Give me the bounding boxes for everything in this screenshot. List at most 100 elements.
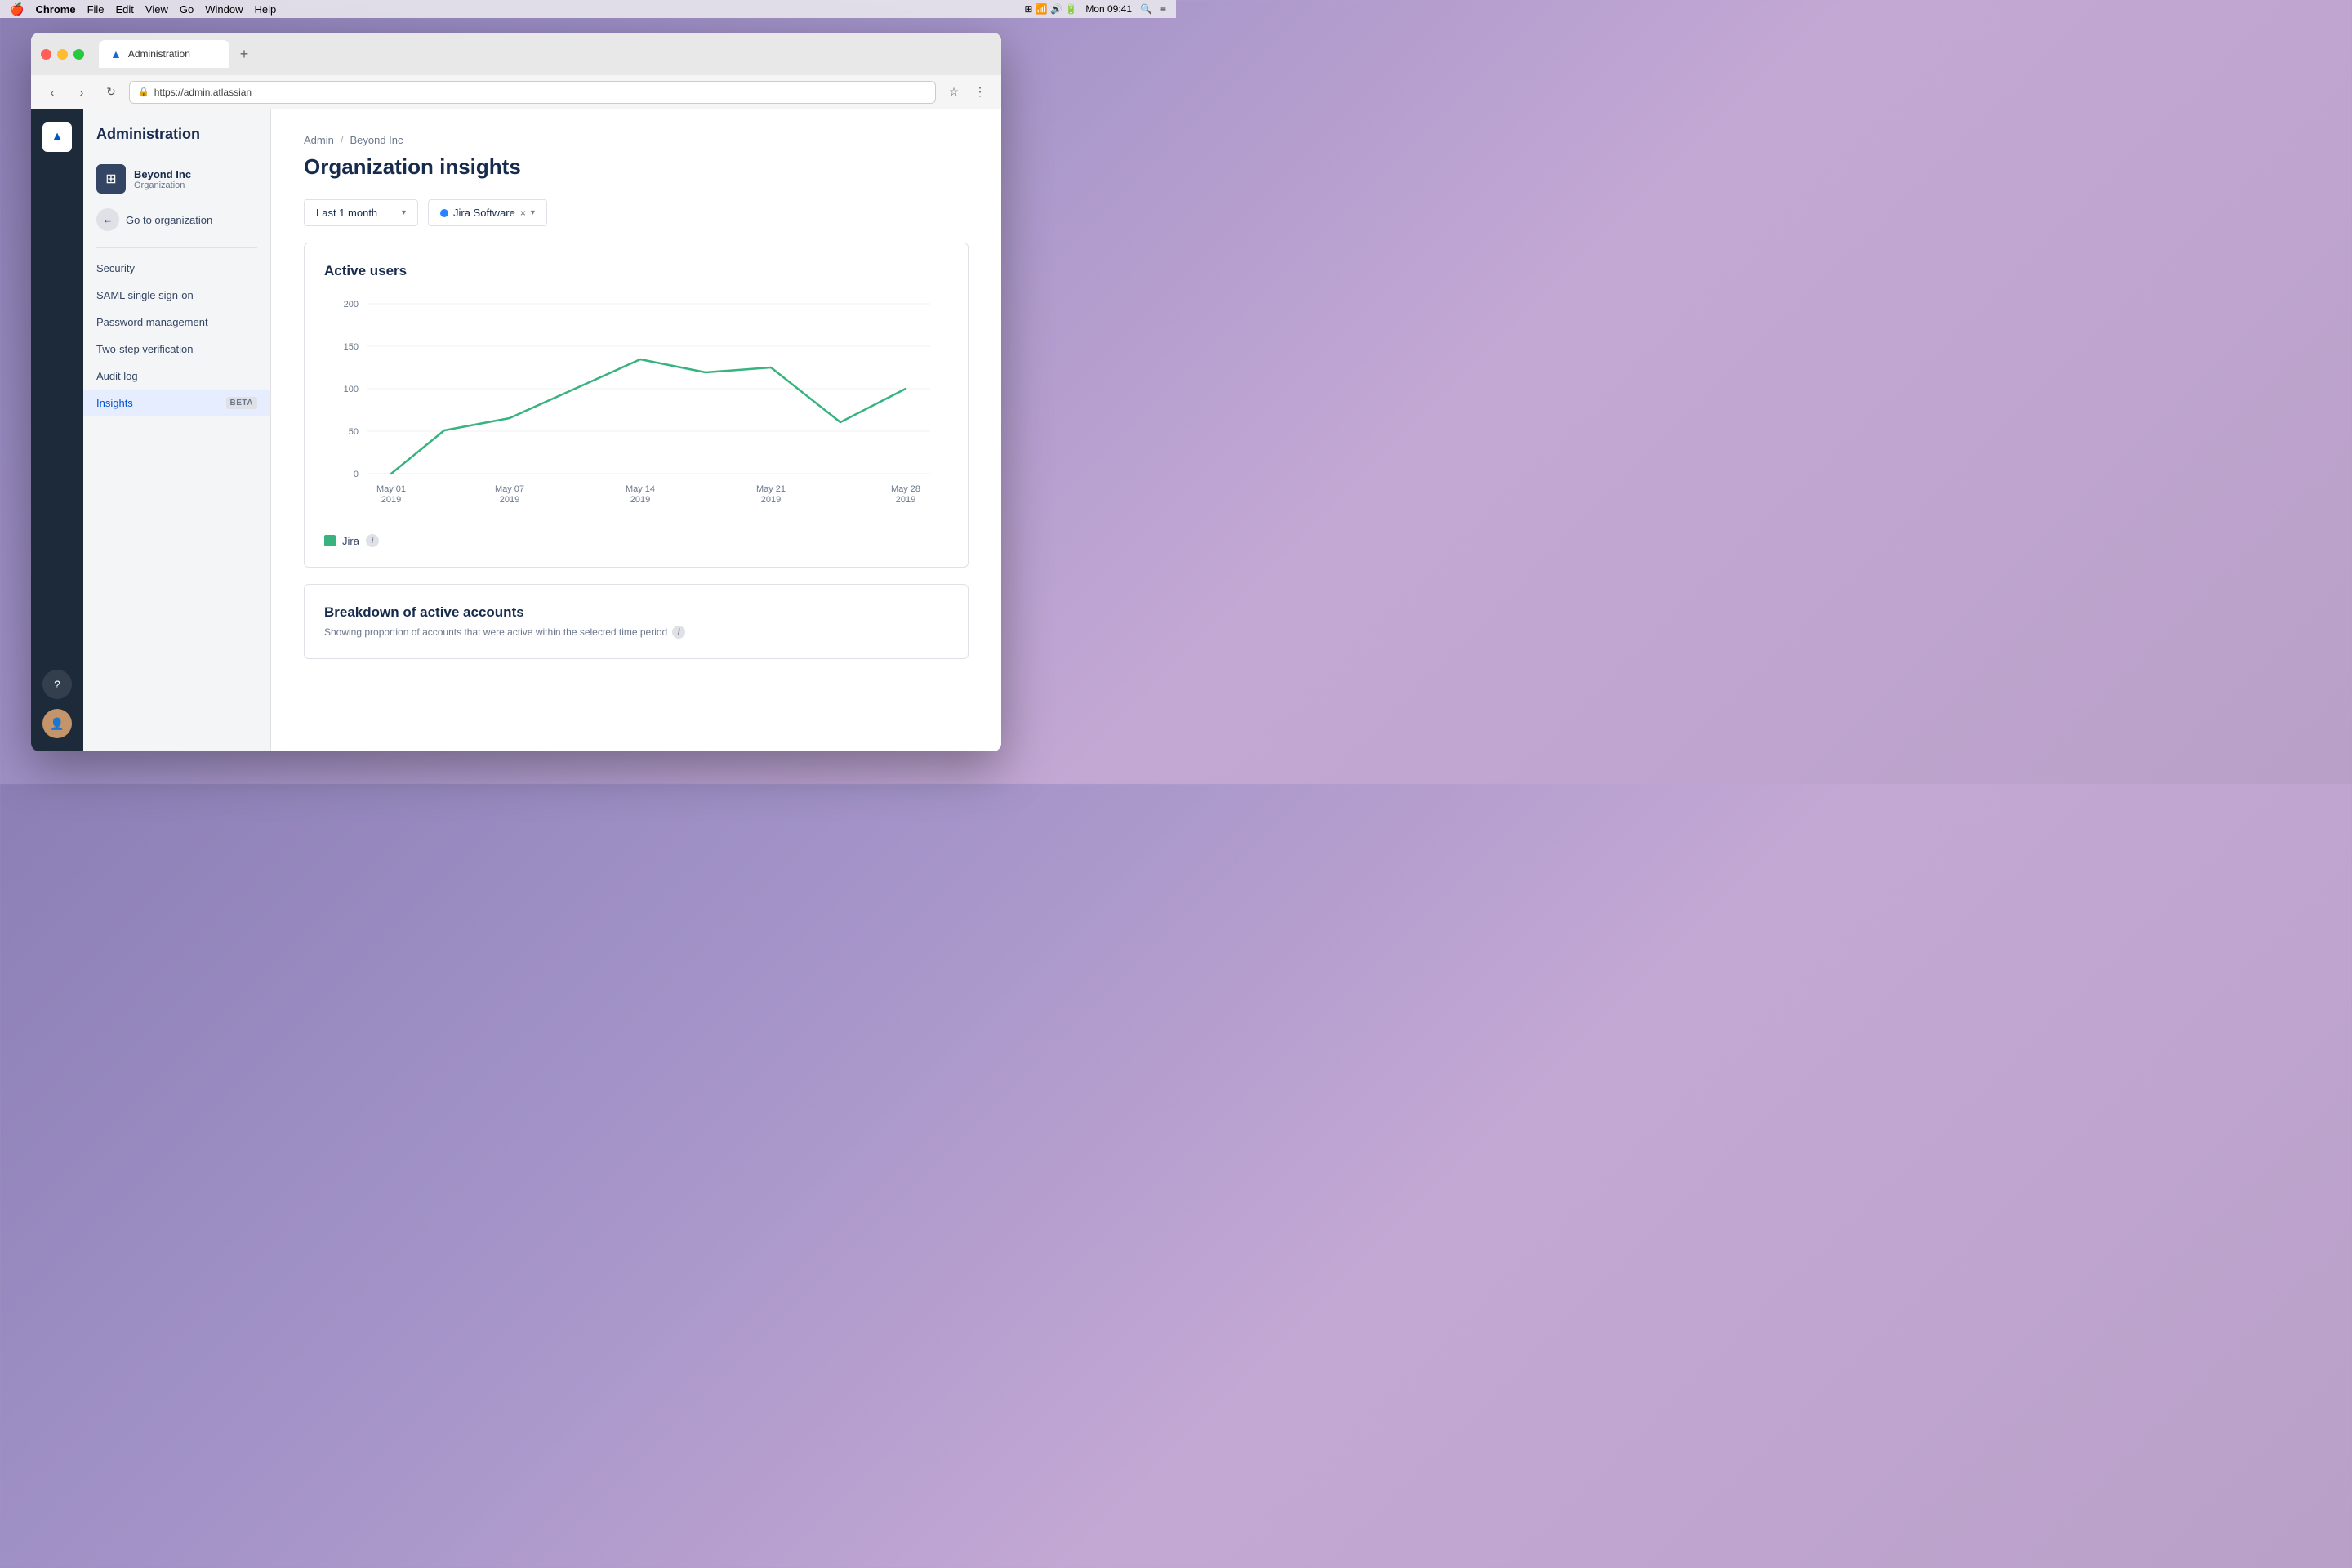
chart-legend: Jira i [324, 534, 948, 547]
tab-title: Administration [128, 48, 190, 60]
more-options-button[interactable]: ⋮ [969, 81, 991, 104]
breadcrumb-separator: / [341, 134, 344, 146]
sidebar-divider [96, 247, 257, 248]
time-filter-dropdown[interactable]: Last 1 month ▾ [304, 199, 418, 226]
menu-go[interactable]: Go [180, 3, 194, 16]
svg-text:50: 50 [349, 427, 359, 437]
org-icon: ⊞ [96, 164, 126, 194]
sidebar-item-password[interactable]: Password management [83, 309, 270, 336]
chart-title: Active users [324, 263, 948, 279]
sidebar-item-saml[interactable]: SAML single sign-on [83, 282, 270, 309]
browser-window: ▲ Administration + ‹ › ↻ 🔒 https://admin… [31, 33, 1001, 751]
back-button[interactable]: ‹ [41, 81, 64, 104]
sidebar-title: Administration [83, 126, 270, 156]
security-label: Security [96, 262, 135, 274]
insights-label: Insights [96, 397, 133, 409]
beta-badge: BETA [226, 397, 257, 409]
password-label: Password management [96, 316, 208, 328]
legend-info-icon[interactable]: i [366, 534, 379, 547]
menu-bar-left: 🍎 Chrome File Edit View Go Window Help [10, 2, 276, 16]
lock-icon: 🔒 [138, 87, 149, 97]
svg-text:2019: 2019 [500, 495, 519, 505]
jira-dot-icon [440, 209, 448, 217]
menu-bar: 🍎 Chrome File Edit View Go Window Help ⊞… [0, 0, 1176, 18]
go-icon: ← [96, 208, 119, 231]
breadcrumb: Admin / Beyond Inc [304, 134, 969, 146]
url-text: https://admin.atlassian [154, 87, 252, 98]
minimize-button[interactable] [57, 49, 68, 60]
breadcrumb-beyond-inc[interactable]: Beyond Inc [350, 134, 403, 146]
close-button[interactable] [41, 49, 51, 60]
product-filter-label: Jira Software [453, 207, 515, 219]
svg-text:2019: 2019 [630, 495, 650, 505]
time-filter-label: Last 1 month [316, 207, 377, 219]
svg-text:May 28: May 28 [891, 484, 920, 494]
traffic-lights [41, 49, 84, 60]
product-filter[interactable]: Jira Software × ▾ [428, 199, 547, 226]
jira-legend-color [324, 535, 336, 546]
logo-symbol: ▲ [51, 130, 64, 145]
product-remove-icon[interactable]: × [520, 207, 526, 219]
breakdown-subtitle-text: Showing proportion of accounts that were… [324, 626, 667, 638]
search-icon[interactable]: 🔍 [1140, 3, 1152, 15]
sidebar-item-audit[interactable]: Audit log [83, 363, 270, 390]
sidebar-item-insights[interactable]: Insights BETA [83, 390, 270, 416]
atlassian-logo[interactable]: ▲ [42, 122, 72, 152]
org-name: Beyond Inc [134, 168, 191, 180]
org-item[interactable]: ⊞ Beyond Inc Organization [83, 156, 270, 202]
nav-bar: ‹ › ↻ 🔒 https://admin.atlassian ☆ ⋮ [31, 75, 1001, 109]
menu-bar-right: ⊞ 📶 🔊 🔋 Mon 09:41 🔍 ≡ [1024, 3, 1166, 15]
apple-menu[interactable]: 🍎 [10, 2, 24, 16]
dark-sidebar: ▲ ? 👤 [31, 109, 83, 751]
nav-actions: ☆ ⋮ [942, 81, 991, 104]
svg-text:May 14: May 14 [626, 484, 655, 494]
time-dropdown-arrow-icon: ▾ [402, 208, 406, 217]
user-avatar[interactable]: 👤 [42, 709, 72, 738]
org-icon-symbol: ⊞ [105, 171, 116, 187]
menu-help[interactable]: Help [254, 3, 276, 16]
active-tab[interactable]: ▲ Administration [99, 40, 229, 68]
svg-text:May 07: May 07 [495, 484, 524, 494]
address-bar[interactable]: 🔒 https://admin.atlassian [129, 81, 936, 104]
menu-window[interactable]: Window [205, 3, 243, 16]
title-bar: ▲ Administration + [31, 33, 1001, 75]
svg-text:2019: 2019 [761, 495, 781, 505]
app-name[interactable]: Chrome [35, 3, 75, 16]
insights-item-inner: Insights BETA [96, 397, 257, 409]
svg-text:150: 150 [344, 342, 359, 352]
svg-text:May 01: May 01 [376, 484, 406, 494]
new-tab-button[interactable]: + [233, 42, 256, 65]
active-users-card: Active users 200 150 100 50 [304, 243, 969, 568]
fullscreen-button[interactable] [74, 49, 84, 60]
filters-row: Last 1 month ▾ Jira Software × ▾ [304, 199, 969, 226]
svg-text:2019: 2019 [896, 495, 915, 505]
menu-view[interactable]: View [145, 3, 168, 16]
avatar-image: 👤 [50, 717, 64, 731]
control-center-icon[interactable]: ≡ [1160, 3, 1166, 15]
go-to-org-link[interactable]: ← Go to organization [83, 202, 270, 238]
menu-edit[interactable]: Edit [116, 3, 134, 16]
svg-text:May 21: May 21 [756, 484, 786, 494]
breakdown-info-icon[interactable]: i [672, 626, 685, 639]
org-type: Organization [134, 180, 191, 190]
breakdown-subtitle: Showing proportion of accounts that were… [324, 626, 948, 639]
breakdown-title: Breakdown of active accounts [324, 604, 948, 621]
main-content: Admin / Beyond Inc Organization insights… [271, 109, 1001, 751]
svg-text:2019: 2019 [381, 495, 401, 505]
two-step-label: Two-step verification [96, 343, 194, 355]
svg-text:100: 100 [344, 385, 359, 394]
go-to-org-label: Go to organization [126, 214, 212, 226]
clock: Mon 09:41 [1085, 3, 1132, 15]
help-button[interactable]: ? [42, 670, 72, 699]
forward-button[interactable]: › [70, 81, 93, 104]
sidebar-item-two-step[interactable]: Two-step verification [83, 336, 270, 363]
menu-file[interactable]: File [87, 3, 105, 16]
product-dropdown-arrow-icon: ▾ [531, 208, 535, 217]
reload-button[interactable]: ↻ [100, 81, 122, 104]
breakdown-card: Breakdown of active accounts Showing pro… [304, 584, 969, 659]
sidebar-item-security[interactable]: Security [83, 255, 270, 282]
sidebar-bottom: ? 👤 [42, 670, 72, 738]
app-layout: ▲ ? 👤 Administration ⊞ Beyond Inc Organi… [31, 109, 1001, 751]
breadcrumb-admin[interactable]: Admin [304, 134, 334, 146]
bookmark-button[interactable]: ☆ [942, 81, 965, 104]
